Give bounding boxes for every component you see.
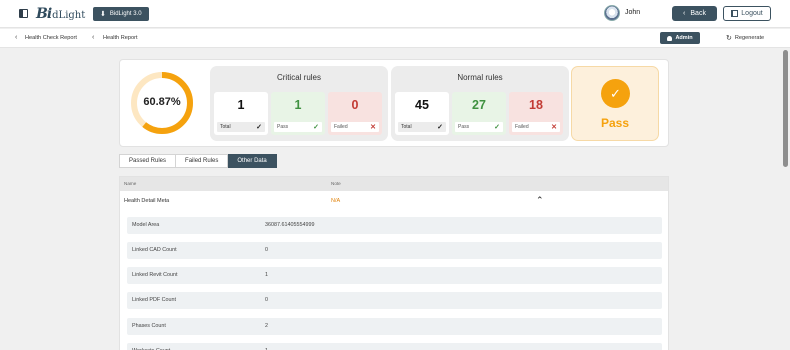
detail-key: Phases Count [132, 323, 166, 329]
user-icon [667, 35, 673, 41]
version-button[interactable]: ⬇ BidLight 3.0 [93, 7, 149, 21]
back-button[interactable]: ‹ Back [672, 6, 717, 21]
detail-value: 0 [265, 247, 268, 253]
detail-value: 2 [265, 323, 268, 329]
normal-rules-title: Normal rules [457, 73, 503, 82]
detail-row: Linked PDF Count 0 [127, 292, 662, 309]
other-data-table: Name Note Health Detail Meta N/A ⌃ Model… [119, 176, 669, 350]
logout-button[interactable]: Logout [723, 6, 771, 21]
critical-rules-group: Critical rules 1 Total ✓ 1 Pass ✓ 0 Failed… [210, 66, 388, 141]
scrollbar-thumb[interactable] [783, 50, 788, 167]
tab-failed-rules[interactable]: Failed Rules [176, 154, 229, 168]
report-tabs: Passed Rules Failed Rules Other Data [119, 154, 277, 168]
download-icon: ⬇ [100, 11, 106, 18]
detail-key: Linked CAD Count [132, 247, 177, 253]
pass-label: Pass [277, 124, 289, 130]
bidlight-logo[interactable]: Bi dLight [36, 5, 85, 23]
detail-value: 36087.61405554999 [265, 222, 315, 228]
detail-row: Phases Count 2 [127, 318, 662, 335]
breadcrumb-bar: ‹ Health Check Report ‹ Health Report Ad… [0, 29, 790, 48]
top-navbar: Bi dLight ⬇ BidLight 3.0 John ‹ Back Log… [0, 0, 790, 28]
close-icon: ✕ [551, 123, 557, 131]
breadcrumb-item-health-report: Health Report [103, 35, 138, 41]
normal-failed-card[interactable]: 18 Failed ✕ [509, 92, 563, 135]
column-header-name: Name [124, 181, 137, 186]
admin-label: Admin [675, 35, 693, 41]
back-label: Back [690, 10, 706, 17]
critical-pass-card[interactable]: 1 Pass ✓ [271, 92, 325, 135]
chevron-up-icon[interactable]: ⌃ [536, 195, 544, 206]
regenerate-button[interactable]: ↻ Regenerate [726, 34, 765, 42]
detail-key: Linked Revit Count [132, 272, 178, 278]
failed-label: Failed [334, 124, 348, 130]
check-icon: ✓ [437, 123, 443, 131]
close-icon: ✕ [370, 123, 376, 131]
total-label: Total [220, 124, 231, 130]
critical-pass-value: 1 [294, 98, 302, 112]
critical-total-card[interactable]: 1 Total ✓ [214, 92, 268, 135]
normal-rules-group: Normal rules 45 Total ✓ 27 Pass ✓ 18 Faile… [391, 66, 569, 141]
logo-word: dLight [52, 10, 86, 21]
check-icon: ✓ [494, 123, 500, 131]
failed-label: Failed [515, 124, 529, 130]
tab-other-data[interactable]: Other Data [228, 154, 277, 168]
logout-icon [731, 10, 739, 17]
regenerate-label: Regenerate [734, 35, 765, 41]
chevron-left-icon[interactable]: ‹ [15, 34, 17, 41]
user-avatar[interactable] [604, 5, 620, 21]
score-percent: 60.87% [143, 96, 181, 108]
critical-rules-title: Critical rules [276, 73, 321, 82]
critical-failed-card[interactable]: 0 Failed ✕ [328, 92, 382, 135]
sidebar-toggle-icon[interactable] [19, 9, 28, 18]
normal-failed-value: 18 [529, 98, 543, 112]
normal-pass-value: 27 [472, 98, 486, 112]
table-row[interactable]: Health Detail Meta N/A ⌃ [120, 191, 668, 213]
normal-total-card[interactable]: 45 Total ✓ [395, 92, 449, 135]
table-header: Name Note [120, 177, 668, 191]
logout-label: Logout [741, 10, 763, 17]
critical-failed-value: 0 [351, 98, 359, 112]
check-circle-icon: ✓ [601, 79, 630, 108]
detail-row: Model Area 36087.61405554999 [127, 217, 662, 234]
chevron-left-icon: ‹ [683, 10, 686, 17]
column-header-note: Note [331, 181, 341, 186]
normal-pass-card[interactable]: 27 Pass ✓ [452, 92, 506, 135]
admin-button[interactable]: Admin [660, 32, 700, 44]
row-note: N/A [331, 198, 341, 204]
breadcrumb-item-health-check-report[interactable]: Health Check Report [25, 35, 77, 41]
result-status: Pass [600, 116, 630, 130]
tab-passed-rules[interactable]: Passed Rules [119, 154, 177, 168]
check-icon: ✓ [256, 123, 262, 131]
logo-mark: Bi [36, 6, 52, 22]
detail-key: Linked PDF Count [132, 297, 177, 303]
version-label: BidLight 3.0 [109, 11, 142, 17]
detail-row: Linked CAD Count 0 [127, 242, 662, 259]
chevron-left-icon[interactable]: ‹ [92, 34, 94, 41]
detail-row: Worksets Count 1 [127, 343, 662, 350]
check-icon: ✓ [313, 123, 319, 131]
total-label: Total [401, 124, 412, 130]
row-name: Health Detail Meta [124, 198, 170, 204]
detail-key: Model Area [132, 222, 160, 228]
pass-label: Pass [458, 124, 470, 130]
normal-total-value: 45 [415, 98, 429, 112]
user-name[interactable]: John [625, 9, 640, 16]
refresh-icon: ↻ [726, 34, 732, 42]
detail-row: Linked Revit Count 1 [127, 267, 662, 284]
critical-total-value: 1 [237, 98, 245, 112]
detail-value: 0 [265, 297, 268, 303]
detail-value: 1 [265, 272, 268, 278]
